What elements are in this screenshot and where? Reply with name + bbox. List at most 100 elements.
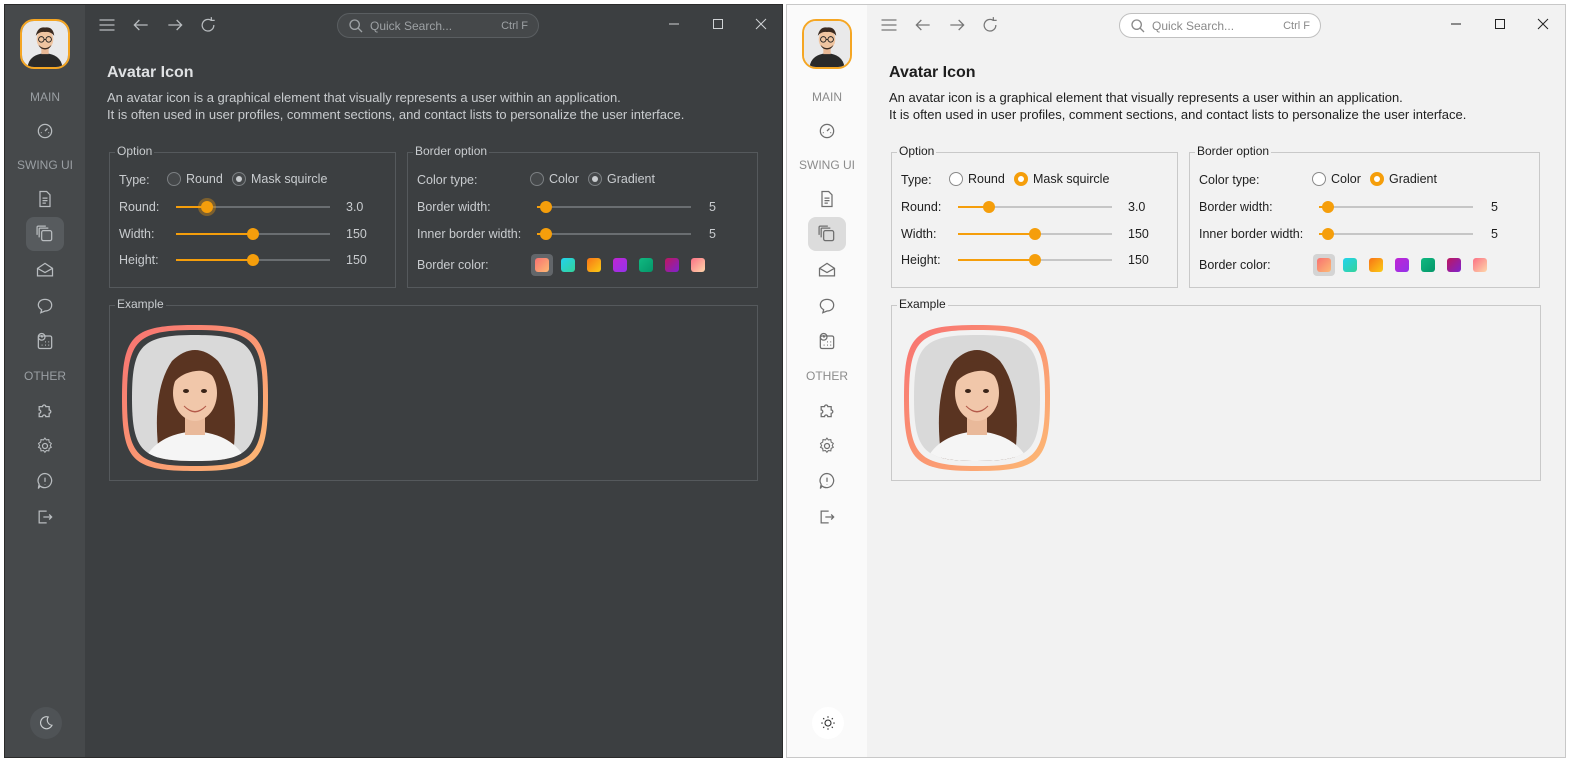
border-color-swatch-5[interactable] [1421,258,1435,272]
border-width-value: 5 [709,200,716,214]
border-color-swatch-3[interactable] [587,258,601,272]
document-icon[interactable] [808,182,846,216]
border-width-slider[interactable] [1319,200,1473,214]
type-mask-squircle-radio[interactable]: Mask squircle [232,172,327,186]
inner-border-width-label: Inner border width: [1199,227,1304,241]
page-description-line-2: It is often used in user profiles, comme… [107,107,685,122]
width-label: Width: [901,227,937,241]
example-group-title: Example [115,297,166,311]
back-arrow-icon[interactable] [911,13,935,37]
minimize-icon[interactable] [661,11,687,37]
example-avatar [120,323,270,473]
dark-window: MAIN SWING UI OTHER Quick Search... Ctrl… [4,4,783,758]
width-slider[interactable] [176,227,330,241]
border-width-label: Border width: [1199,200,1273,214]
round-slider[interactable] [176,200,330,214]
chat-icon[interactable] [26,289,64,323]
border-width-slider[interactable] [537,200,691,214]
quick-search-input[interactable]: Quick Search... Ctrl F [337,13,539,38]
width-slider[interactable] [958,227,1112,241]
type-mask-squircle-radio[interactable]: Mask squircle [1014,172,1109,186]
maximize-icon[interactable] [705,11,731,37]
puzzle-icon[interactable] [26,393,64,427]
layers-icon[interactable] [26,217,64,251]
inner-border-width-slider[interactable] [537,227,691,241]
example-group: Example [891,297,1541,481]
border-color-swatch-3[interactable] [1369,258,1383,272]
logout-icon[interactable] [26,500,64,534]
profile-avatar[interactable] [802,19,852,69]
gear-icon[interactable] [26,429,64,463]
border-color-swatch-7[interactable] [691,258,705,272]
border-color-swatch-6[interactable] [665,258,679,272]
border-option-group: Border option Color type: Color Gradient… [1189,144,1540,288]
profile-avatar[interactable] [20,19,70,69]
alert-icon[interactable] [26,464,64,498]
border-color-swatch-4[interactable] [613,258,627,272]
border-color-swatch-1[interactable] [535,258,549,272]
sidebar: MAIN SWING UI OTHER [787,5,867,757]
chat-icon[interactable] [808,289,846,323]
sun-icon[interactable] [812,707,844,739]
hamburger-menu-icon[interactable] [95,13,119,37]
close-icon[interactable] [1530,11,1556,37]
mail-icon[interactable] [26,253,64,287]
search-icon [1131,18,1145,32]
border-width-value: 5 [1491,200,1498,214]
border-color-swatch-2[interactable] [1343,258,1357,272]
border-color-swatch-5[interactable] [639,258,653,272]
round-label: Round: [119,200,160,214]
search-shortcut: Ctrl F [501,19,528,32]
puzzle-icon[interactable] [808,393,846,427]
height-slider[interactable] [958,253,1112,267]
gear-icon[interactable] [808,429,846,463]
close-icon[interactable] [748,11,774,37]
option-group: Option Type: Round Mask squircle Round: … [109,144,396,288]
forward-arrow-icon[interactable] [945,13,969,37]
section-main: MAIN [30,90,60,104]
forward-arrow-icon[interactable] [163,13,187,37]
color-type-gradient-radio[interactable]: Gradient [1370,172,1437,186]
dashboard-icon[interactable] [808,114,846,148]
color-type-gradient-radio[interactable]: Gradient [588,172,655,186]
type-round-radio[interactable]: Round [949,172,1005,186]
type-round-radio[interactable]: Round [167,172,223,186]
calendar-icon[interactable] [808,324,846,358]
moon-icon[interactable] [30,707,62,739]
border-color-swatch-1[interactable] [1317,258,1331,272]
height-slider[interactable] [176,253,330,267]
alert-icon[interactable] [808,464,846,498]
page-description-line-2: It is often used in user profiles, comme… [889,107,1467,122]
document-icon[interactable] [26,182,64,216]
border-color-swatch-6[interactable] [1447,258,1461,272]
refresh-icon[interactable] [196,13,220,37]
hamburger-menu-icon[interactable] [877,13,901,37]
back-arrow-icon[interactable] [129,13,153,37]
page-title: Avatar Icon [107,64,194,81]
color-type-color-radio[interactable]: Color [1312,172,1361,186]
inner-border-width-label: Inner border width: [417,227,522,241]
inner-border-width-value: 5 [709,227,716,241]
border-color-label: Border color: [1199,258,1271,272]
refresh-icon[interactable] [978,13,1002,37]
color-type-color-radio[interactable]: Color [530,172,579,186]
border-color-swatch-7[interactable] [1473,258,1487,272]
layers-icon[interactable] [808,217,846,251]
round-slider[interactable] [958,200,1112,214]
border-color-swatch-4[interactable] [1395,258,1409,272]
border-color-swatch-2[interactable] [561,258,575,272]
minimize-icon[interactable] [1443,11,1469,37]
logout-icon[interactable] [808,500,846,534]
option-group-title: Option [115,144,155,158]
calendar-icon[interactable] [26,324,64,358]
option-group: Option Type: Round Mask squircle Round: … [891,144,1178,288]
dashboard-icon[interactable] [26,114,64,148]
mail-icon[interactable] [808,253,846,287]
search-placeholder: Quick Search... [370,18,453,33]
quick-search-input[interactable]: Quick Search... Ctrl F [1119,13,1321,38]
round-value: 3.0 [1128,200,1146,214]
inner-border-width-value: 5 [1491,227,1498,241]
search-placeholder: Quick Search... [1152,18,1235,33]
inner-border-width-slider[interactable] [1319,227,1473,241]
maximize-icon[interactable] [1487,11,1513,37]
